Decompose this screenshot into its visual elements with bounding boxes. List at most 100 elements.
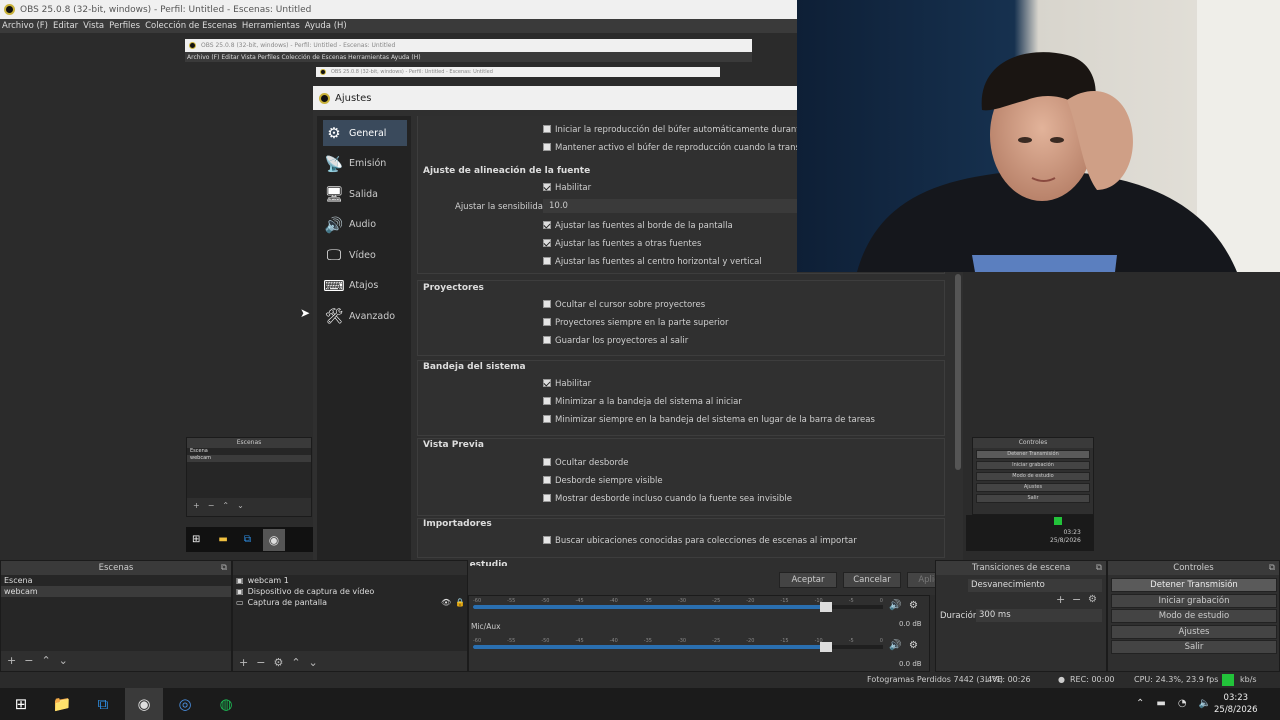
checkbox-option[interactable]: Minimizar a la bandeja del sistema al in… <box>543 397 742 407</box>
spotify-icon[interactable]: ◍ <box>207 688 245 720</box>
checkbox-option[interactable]: Habilitar <box>543 183 591 193</box>
file-explorer-icon[interactable]: 📁 <box>43 688 81 720</box>
checkbox[interactable] <box>543 318 551 326</box>
control-button[interactable]: Modo de estudio <box>1111 609 1277 623</box>
checkbox-option[interactable]: Habilitar <box>543 379 591 389</box>
scene-item[interactable]: webcam <box>1 586 231 597</box>
undock-icon[interactable]: ⧉ <box>1269 561 1275 575</box>
add-source-icon[interactable]: + <box>239 656 248 669</box>
mini-scene-item[interactable]: webcam <box>187 455 311 462</box>
checkbox-option[interactable]: Minimizar siempre en la bandeja del sist… <box>543 415 875 425</box>
menu-item[interactable]: Archivo (F) <box>2 21 48 31</box>
remove-source-icon[interactable]: − <box>256 656 265 669</box>
obs-icon[interactable]: ◉ <box>125 688 163 720</box>
remove-transition-icon[interactable]: − <box>1072 593 1081 606</box>
down-icon[interactable]: ⌄ <box>237 501 244 510</box>
volume-icon[interactable]: 🔈 <box>1199 698 1211 709</box>
control-button[interactable]: Iniciar grabación <box>1111 593 1277 608</box>
mini-scene-item[interactable]: Escena <box>187 448 311 455</box>
visibility-eye-icon[interactable]: 👁 <box>441 597 451 608</box>
undock-icon[interactable]: ⧉ <box>1096 561 1102 575</box>
mixer-settings-icon[interactable]: ⚙ <box>909 600 918 611</box>
mixer-settings-icon[interactable]: ⚙ <box>909 640 918 651</box>
checkbox[interactable] <box>543 379 551 387</box>
source-properties-icon[interactable]: ⚙ <box>273 656 283 669</box>
checkbox-option[interactable]: Ocultar el cursor sobre proyectores <box>543 300 705 310</box>
mini-control-button[interactable]: Modo de estudio <box>976 472 1090 481</box>
mini-control-button[interactable]: Detener Transmisión <box>976 450 1090 459</box>
checkbox[interactable] <box>543 239 551 247</box>
checkbox[interactable] <box>543 183 551 191</box>
tray-chevron-icon[interactable]: ⌃ <box>1136 698 1144 709</box>
mute-speaker-icon[interactable]: 🔊 <box>889 600 901 611</box>
checkbox[interactable] <box>543 257 551 265</box>
source-item[interactable]: ▭ Captura de pantalla 👁 🔒 <box>233 597 467 608</box>
sidebar-item[interactable]: 🔊 Audio <box>323 212 407 238</box>
move-up-icon[interactable]: ⌃ <box>41 654 50 667</box>
checkbox[interactable] <box>543 458 551 466</box>
checkbox[interactable] <box>543 336 551 344</box>
checkbox[interactable] <box>543 397 551 405</box>
checkbox-option[interactable]: Mostrar desborde incluso cuando la fuent… <box>543 494 792 504</box>
add-transition-icon[interactable]: + <box>1056 593 1065 606</box>
scene-item[interactable]: Escena <box>1 575 231 586</box>
menu-item[interactable]: Perfiles <box>109 21 140 31</box>
network-icon[interactable]: ▬ <box>1156 698 1165 709</box>
source-item[interactable]: ▣ Dispositivo de captura de vídeo <box>233 586 467 597</box>
checkbox[interactable] <box>543 415 551 423</box>
menu-item[interactable]: Herramientas <box>242 21 300 31</box>
browser-icon[interactable]: ◎ <box>166 688 204 720</box>
checkbox[interactable] <box>543 221 551 229</box>
sidebar-item[interactable]: 📡 Emisión <box>323 151 407 177</box>
vscode-icon[interactable]: ⧉ <box>84 688 122 720</box>
sidebar-item[interactable]: ⚙ General <box>323 120 407 146</box>
transition-select[interactable]: Desvanecimiento <box>968 579 1102 592</box>
mini-control-button[interactable]: Ajustes <box>976 483 1090 492</box>
move-up-icon[interactable]: ⌃ <box>291 656 300 669</box>
up-icon[interactable]: ⌃ <box>222 501 229 510</box>
menu-item[interactable]: Colección de Escenas <box>145 21 237 31</box>
checkbox-option[interactable]: Ocultar desborde <box>543 458 628 468</box>
windows-start-icon[interactable]: ⊞ <box>2 688 40 720</box>
taskbar-clock[interactable]: 03:23 25/8/2026 <box>1214 692 1258 716</box>
mute-speaker-icon[interactable]: 🔊 <box>889 640 901 651</box>
add-icon[interactable]: + <box>193 501 200 510</box>
mini-control-button[interactable]: Iniciar grabación <box>976 461 1090 470</box>
menu-item[interactable]: Editar <box>53 21 78 31</box>
add-scene-icon[interactable]: + <box>7 654 16 667</box>
sidebar-item[interactable]: 🛠 Avanzado <box>323 303 407 329</box>
transition-settings-icon[interactable]: ⚙ <box>1088 594 1097 605</box>
settings-title-bar[interactable]: Ajustes <box>313 86 797 110</box>
lock-icon[interactable]: 🔒 <box>455 597 465 608</box>
control-button[interactable]: Ajustes <box>1111 624 1277 639</box>
checkbox[interactable] <box>543 300 551 308</box>
menu-item[interactable]: Vista <box>83 21 104 31</box>
volume-handle[interactable] <box>819 602 832 612</box>
move-down-icon[interactable]: ⌄ <box>309 656 318 669</box>
undock-icon[interactable]: ⧉ <box>221 561 227 575</box>
obs-title-bar[interactable]: OBS 25.0.8 (32-bit, windows) - Perfil: U… <box>0 0 797 19</box>
control-button[interactable]: Detener Transmisión <box>1111 578 1277 592</box>
accept-button[interactable]: Aceptar <box>779 572 837 588</box>
checkbox-option[interactable]: Ajustar las fuentes a otras fuentes <box>543 239 701 249</box>
checkbox[interactable] <box>543 125 551 133</box>
wifi-icon[interactable]: ◔ <box>1178 698 1187 709</box>
duration-input[interactable]: 300 ms <box>976 609 1102 622</box>
mini-control-button[interactable]: Salir <box>976 494 1090 503</box>
checkbox-option[interactable]: Ajustar las fuentes al centro horizontal… <box>543 257 762 267</box>
volume-handle[interactable] <box>819 642 832 652</box>
settings-scrollbar[interactable] <box>955 274 961 470</box>
remove-icon[interactable]: − <box>208 501 215 510</box>
cancel-button[interactable]: Cancelar <box>843 572 901 588</box>
sidebar-item[interactable]: 🖵 Vídeo <box>323 242 407 268</box>
checkbox[interactable] <box>543 476 551 484</box>
control-button[interactable]: Salir <box>1111 640 1277 654</box>
checkbox-option[interactable]: Ajustar las fuentes al borde de la panta… <box>543 221 733 231</box>
sidebar-item[interactable]: 🖥 Salida <box>323 181 407 207</box>
checkbox[interactable] <box>543 494 551 502</box>
menu-item[interactable]: Ayuda (H) <box>305 21 347 31</box>
checkbox-option[interactable]: Guardar los proyectores al salir <box>543 336 688 346</box>
sidebar-item[interactable]: ⌨ Atajos <box>323 273 407 299</box>
checkbox-option[interactable]: Desborde siempre visible <box>543 476 663 486</box>
checkbox-option[interactable]: Buscar ubicaciones conocidas para colecc… <box>543 536 857 546</box>
